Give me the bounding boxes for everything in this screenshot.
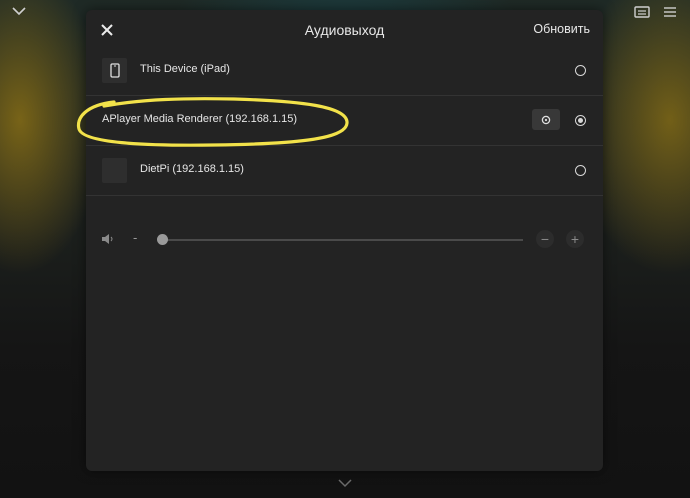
chevron-down-icon[interactable]	[12, 6, 26, 16]
dialog-header: Аудиовыход Обновить	[86, 10, 603, 50]
chevron-down-icon[interactable]	[338, 478, 352, 488]
audio-output-dialog: Аудиовыход Обновить This Device (iPad) A…	[86, 10, 603, 471]
device-radio[interactable]	[575, 165, 586, 176]
device-row-dietpi[interactable]: DietPi (192.168.1.15)	[86, 146, 603, 196]
device-list: This Device (iPad) APlayer Media Rendere…	[86, 46, 603, 196]
menu-icon[interactable]	[662, 5, 678, 19]
device-row-ipad[interactable]: This Device (iPad)	[86, 46, 603, 96]
volume-decrease-button[interactable]: −	[536, 230, 554, 248]
device-name: DietPi (192.168.1.15)	[140, 163, 244, 175]
volume-slider-knob[interactable]	[157, 234, 168, 245]
gear-icon	[541, 115, 551, 124]
device-radio-selected[interactable]	[575, 115, 586, 126]
speaker-icon	[102, 234, 113, 244]
volume-min-label: -	[133, 230, 138, 245]
close-button[interactable]	[98, 21, 116, 39]
device-row-aplayer[interactable]: APlayer Media Renderer (192.168.1.15)	[86, 96, 603, 146]
tablet-icon	[109, 63, 120, 78]
device-settings-button[interactable]	[532, 109, 560, 130]
device-thumbnail	[102, 58, 127, 83]
device-thumbnail	[102, 158, 127, 183]
device-name: APlayer Media Renderer (192.168.1.15)	[102, 113, 298, 125]
queue-icon[interactable]	[634, 5, 650, 19]
refresh-button[interactable]: Обновить	[533, 22, 590, 36]
volume-increase-button[interactable]: +	[566, 230, 584, 248]
device-name: This Device (iPad)	[140, 63, 230, 75]
volume-slider[interactable]	[158, 239, 523, 241]
device-radio[interactable]	[575, 65, 586, 76]
close-icon	[101, 24, 113, 36]
volume-control: - − +	[86, 227, 603, 251]
dialog-title: Аудиовыход	[304, 22, 385, 38]
